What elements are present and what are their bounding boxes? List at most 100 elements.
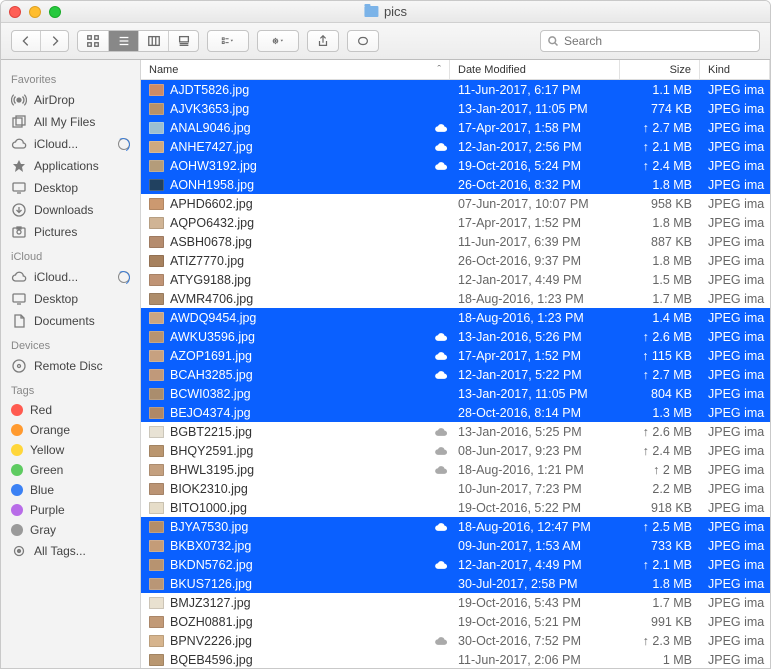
icon-view-button[interactable]: [78, 31, 108, 51]
file-kind: JPEG ima: [700, 444, 770, 458]
zoom-button[interactable]: [49, 6, 61, 18]
search-input[interactable]: [564, 34, 753, 48]
file-name-cell: BGBT2215.jpg: [141, 425, 432, 439]
file-name: AJVK3653.jpg: [170, 102, 249, 116]
sidebar-item[interactable]: Downloads: [1, 199, 140, 221]
file-row[interactable]: APHD6602.jpg07-Jun-2017, 10:07 PM 958 KB…: [141, 194, 770, 213]
search-field[interactable]: [540, 30, 760, 52]
file-row[interactable]: AQPO6432.jpg17-Apr-2017, 1:52 PM 1.8 MBJ…: [141, 213, 770, 232]
sidebar-item-label: All My Files: [34, 115, 95, 129]
sidebar-item[interactable]: All Tags...: [1, 540, 140, 562]
file-row[interactable]: BJYA7530.jpg18-Aug-2016, 12:47 PM↑ 2.5 M…: [141, 517, 770, 536]
file-thumbnail-icon: [149, 388, 164, 400]
file-name-cell: BKDN5762.jpg: [141, 558, 432, 572]
header-size[interactable]: Size: [620, 60, 700, 79]
sidebar-item-label: iCloud...: [34, 137, 78, 151]
back-button[interactable]: [12, 31, 40, 51]
file-row[interactable]: AWDQ9454.jpg18-Aug-2016, 1:23 PM 1.4 MBJ…: [141, 308, 770, 327]
file-row[interactable]: BKBX0732.jpg09-Jun-2017, 1:53 AM 733 KBJ…: [141, 536, 770, 555]
file-thumbnail-icon: [149, 236, 164, 248]
sidebar-item[interactable]: Green: [1, 460, 140, 480]
file-size: 1.8 MB: [620, 577, 700, 591]
file-row[interactable]: ATYG9188.jpg12-Jan-2017, 4:49 PM 1.5 MBJ…: [141, 270, 770, 289]
file-row[interactable]: BGBT2215.jpg13-Jan-2016, 5:25 PM↑ 2.6 MB…: [141, 422, 770, 441]
close-button[interactable]: [9, 6, 21, 18]
sidebar-item-label: iCloud...: [34, 270, 78, 284]
file-kind: JPEG ima: [700, 425, 770, 439]
sidebar-item[interactable]: AirDrop: [1, 89, 140, 111]
sidebar-item[interactable]: Desktop: [1, 288, 140, 310]
file-row[interactable]: BCWI0382.jpg13-Jan-2017, 11:05 PM 804 KB…: [141, 384, 770, 403]
file-row[interactable]: AVMR4706.jpg18-Aug-2016, 1:23 PM 1.7 MBJ…: [141, 289, 770, 308]
action-menu[interactable]: [257, 30, 299, 52]
file-date: 19-Oct-2016, 5:21 PM: [450, 615, 620, 629]
share-button[interactable]: [307, 30, 339, 52]
sidebar-item[interactable]: Purple: [1, 500, 140, 520]
sidebar-item[interactable]: Documents: [1, 310, 140, 332]
arrange-menu[interactable]: [207, 30, 249, 52]
sidebar-item[interactable]: Gray: [1, 520, 140, 540]
file-thumbnail-icon: [149, 540, 164, 552]
file-name-cell: BCWI0382.jpg: [141, 387, 432, 401]
action-button[interactable]: [258, 31, 298, 51]
coverflow-view-button[interactable]: [168, 31, 198, 51]
header-date[interactable]: Date Modified: [450, 60, 620, 79]
sidebar-item[interactable]: Red: [1, 400, 140, 420]
file-row[interactable]: ATIZ7770.jpg26-Oct-2016, 9:37 PM 1.8 MBJ…: [141, 251, 770, 270]
file-size: ↑ 2.6 MB: [620, 330, 700, 344]
file-row[interactable]: BHQY2591.jpg08-Jun-2017, 9:23 PM↑ 2.4 MB…: [141, 441, 770, 460]
sidebar-item[interactable]: Pictures: [1, 221, 140, 243]
arrange-button[interactable]: [208, 31, 248, 51]
sidebar-item-label: Remote Disc: [34, 359, 103, 373]
file-thumbnail-icon: [149, 502, 164, 514]
cloud-status-icon: [432, 559, 450, 570]
file-row[interactable]: AWKU3596.jpg13-Jan-2016, 5:26 PM↑ 2.6 MB…: [141, 327, 770, 346]
file-row[interactable]: BEJO4374.jpg28-Oct-2016, 8:14 PM 1.3 MBJ…: [141, 403, 770, 422]
file-name-cell: BJYA7530.jpg: [141, 520, 432, 534]
file-row[interactable]: BHWL3195.jpg18-Aug-2016, 1:21 PM↑ 2 MBJP…: [141, 460, 770, 479]
downloads-icon: [11, 202, 27, 218]
file-row[interactable]: AJDT5826.jpg11-Jun-2017, 6:17 PM 1.1 MBJ…: [141, 80, 770, 99]
header-kind[interactable]: Kind: [700, 60, 770, 79]
file-row[interactable]: BQEB4596.jpg11-Jun-2017, 2:06 PM 1 MBJPE…: [141, 650, 770, 668]
file-row[interactable]: AONH1958.jpg26-Oct-2016, 8:32 PM 1.8 MBJ…: [141, 175, 770, 194]
file-kind: JPEG ima: [700, 254, 770, 268]
file-row[interactable]: BPNV2226.jpg30-Oct-2016, 7:52 PM↑ 2.3 MB…: [141, 631, 770, 650]
file-row[interactable]: AOHW3192.jpg19-Oct-2016, 5:24 PM↑ 2.4 MB…: [141, 156, 770, 175]
file-row[interactable]: ASBH0678.jpg11-Jun-2017, 6:39 PM 887 KBJ…: [141, 232, 770, 251]
file-row[interactable]: BIOK2310.jpg10-Jun-2017, 7:23 PM 2.2 MBJ…: [141, 479, 770, 498]
file-row[interactable]: ANAL9046.jpg17-Apr-2017, 1:58 PM↑ 2.7 MB…: [141, 118, 770, 137]
file-row[interactable]: BKDN5762.jpg12-Jan-2017, 4:49 PM↑ 2.1 MB…: [141, 555, 770, 574]
sidebar-item[interactable]: Remote Disc: [1, 355, 140, 377]
cloud-status-icon: [432, 350, 450, 361]
sidebar-item[interactable]: All My Files: [1, 111, 140, 133]
minimize-button[interactable]: [29, 6, 41, 18]
file-row[interactable]: BOZH0881.jpg19-Oct-2016, 5:21 PM 991 KBJ…: [141, 612, 770, 631]
sidebar-item[interactable]: iCloud...: [1, 266, 140, 288]
file-row[interactable]: AZOP1691.jpg17-Apr-2017, 1:52 PM↑ 115 KB…: [141, 346, 770, 365]
file-name-cell: BMJZ3127.jpg: [141, 596, 432, 610]
file-name-cell: BPNV2226.jpg: [141, 634, 432, 648]
sidebar-section-header: Devices: [1, 332, 140, 355]
file-name-cell: ANAL9046.jpg: [141, 121, 432, 135]
file-row[interactable]: BMJZ3127.jpg19-Oct-2016, 5:43 PM 1.7 MBJ…: [141, 593, 770, 612]
sidebar-item[interactable]: Orange: [1, 420, 140, 440]
sidebar-item-label: All Tags...: [34, 544, 86, 558]
file-row[interactable]: AJVK3653.jpg13-Jan-2017, 11:05 PM 774 KB…: [141, 99, 770, 118]
file-name-cell: BQEB4596.jpg: [141, 653, 432, 667]
sidebar-item[interactable]: iCloud...: [1, 133, 140, 155]
sidebar-item[interactable]: Blue: [1, 480, 140, 500]
file-row[interactable]: BCAH3285.jpg12-Jan-2017, 5:22 PM↑ 2.7 MB…: [141, 365, 770, 384]
header-name[interactable]: Nameˆ: [141, 60, 450, 79]
file-row[interactable]: BKUS7126.jpg30-Jul-2017, 2:58 PM 1.8 MBJ…: [141, 574, 770, 593]
sidebar-item[interactable]: Applications: [1, 155, 140, 177]
sidebar-item[interactable]: Desktop: [1, 177, 140, 199]
file-row[interactable]: BITO1000.jpg19-Oct-2016, 5:22 PM 918 KBJ…: [141, 498, 770, 517]
list-view-button[interactable]: [108, 31, 138, 51]
tags-button[interactable]: [347, 30, 379, 52]
file-row[interactable]: ANHE7427.jpg12-Jan-2017, 2:56 PM↑ 2.1 MB…: [141, 137, 770, 156]
forward-button[interactable]: [40, 31, 68, 51]
file-name-cell: AONH1958.jpg: [141, 178, 432, 192]
sidebar-item[interactable]: Yellow: [1, 440, 140, 460]
column-view-button[interactable]: [138, 31, 168, 51]
